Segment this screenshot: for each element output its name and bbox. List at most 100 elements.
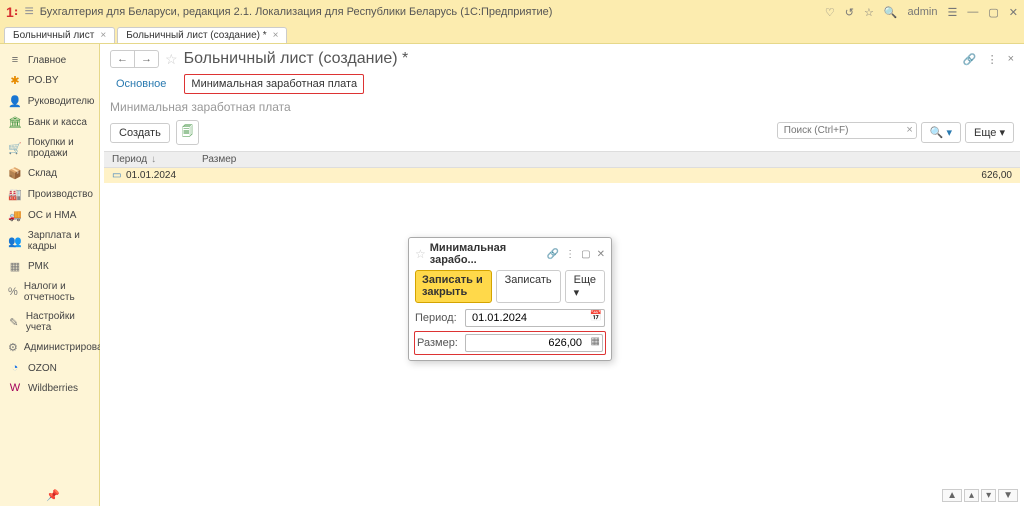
search-button[interactable]: 🔍 ▾ (921, 122, 961, 143)
save-button[interactable]: Записать (496, 270, 561, 303)
sidebar-icon: 🏭 (8, 188, 22, 201)
user-label[interactable]: admin (908, 6, 938, 18)
close-icon[interactable]: ✕ (1009, 6, 1018, 19)
doc-header: ← → ☆ Больничный лист (создание) * 🔗 ⋮ × (100, 44, 1024, 74)
size-input[interactable] (470, 336, 584, 350)
sidebar-label: Налоги и отчетность (24, 281, 91, 303)
minimize-icon[interactable]: — (967, 6, 978, 18)
section-title: Минимальная заработная плата (100, 100, 1024, 120)
sidebar-label: Wildberries (28, 383, 78, 394)
sidebar-item[interactable]: ≡ Главное (0, 50, 99, 70)
app-title: Бухгалтерия для Беларуси, редакция 2.1. … (40, 6, 819, 18)
favorite-icon[interactable]: ☆ (165, 51, 178, 68)
tab-label: Больничный лист (13, 30, 94, 41)
sidebar-icon: 📦 (8, 167, 22, 180)
period-row: Период: 📅 (409, 307, 611, 329)
sidebar-item[interactable]: 👤Руководителю (0, 91, 99, 112)
menu-icon[interactable]: ≡ (24, 3, 33, 21)
sidebar-label: Настройки учета (26, 311, 91, 333)
cell-size: 626,00 (202, 170, 1012, 181)
favorite-icon[interactable]: ☆ (415, 247, 426, 261)
nav-buttons: ← → (110, 50, 159, 68)
sidebar-icon: ✱ (8, 74, 22, 87)
dialog-titlebar: ☆ Минимальная зарабо... 🔗 ⋮ ▢ ✕ (409, 238, 611, 270)
sidebar-item[interactable]: ▦РМК (0, 256, 99, 277)
sidebar-icon: ⚙ (8, 341, 18, 354)
bell-icon[interactable]: ♡ (825, 6, 835, 19)
sidebar-label: Зарплата и кадры (28, 230, 91, 252)
close-icon[interactable]: ✕ (597, 249, 605, 260)
sidebar-item[interactable]: W Wildberries (0, 378, 99, 398)
link-icon[interactable]: 🔗 (963, 53, 977, 66)
sidebar-icon: ✎ (8, 316, 20, 329)
size-label: Размер: (417, 337, 461, 349)
sidebar-item[interactable]: ◔OZON (0, 358, 99, 378)
calendar-icon[interactable]: 📅 (590, 311, 602, 322)
col-size[interactable]: Размер (202, 154, 1012, 165)
close-icon[interactable]: × (100, 30, 106, 41)
tab-min-wage[interactable]: Минимальная заработная плата (184, 74, 364, 94)
scroll-bottom-icon[interactable]: ▼ (998, 489, 1018, 502)
history-icon[interactable]: ↺ (845, 6, 854, 19)
tab-main[interactable]: Основное (110, 75, 172, 93)
document-tabbar: Больничный лист × Больничный лист (созда… (0, 24, 1024, 44)
scroll-nav: ▲ ▴ ▾ ▼ (942, 489, 1018, 502)
close-icon[interactable]: × (1008, 53, 1014, 66)
save-close-button[interactable]: Записать и закрыть (415, 270, 492, 303)
sidebar-label: Производство (28, 189, 93, 200)
more-button[interactable]: Еще ▾ (965, 122, 1014, 143)
dialog-title: Минимальная зарабо... (430, 242, 543, 266)
search-icon[interactable]: 🔍 (884, 6, 898, 19)
sidebar-label: Главное (28, 55, 66, 66)
sidebar-icon: 👤 (8, 95, 22, 108)
scroll-down-icon[interactable]: ▾ (981, 489, 996, 502)
scroll-top-icon[interactable]: ▲ (942, 489, 962, 502)
cell-period: 01.01.2024 (126, 170, 202, 181)
sidebar-icon: 🚚 (8, 209, 22, 222)
sidebar-item[interactable]: 👥Зарплата и кадры (0, 226, 99, 256)
maximize-icon[interactable]: ▢ (988, 6, 998, 19)
sidebar-item[interactable]: ✱PO.BY (0, 70, 99, 91)
tab-label: Больничный лист (создание) * (126, 30, 266, 41)
maximize-icon[interactable]: ▢ (581, 249, 590, 260)
forward-icon[interactable]: → (135, 51, 158, 67)
tab-sick-leave[interactable]: Больничный лист × (4, 27, 115, 43)
scroll-up-icon[interactable]: ▴ (964, 489, 979, 502)
settings-icon[interactable]: ☰ (948, 6, 958, 19)
sidebar-item[interactable]: ⚙Администрирование (0, 337, 99, 358)
sidebar-item[interactable]: 🏛Банк и касса (0, 112, 99, 133)
create-button[interactable]: Создать (110, 123, 170, 143)
sidebar-item[interactable]: % Налоги и отчетность (0, 277, 99, 307)
star-icon[interactable]: ☆ (864, 6, 874, 19)
sidebar-item[interactable]: 🏭 Производство (0, 184, 99, 205)
pin-icon[interactable]: 📌 (46, 489, 60, 502)
sidebar-icon: % (8, 286, 18, 298)
table-header: Период ↓ Размер (104, 151, 1020, 168)
more-icon[interactable]: ⋮ (987, 53, 998, 66)
sidebar-label: РМК (28, 261, 49, 272)
sidebar-item[interactable]: 🛒 Покупки и продажи (0, 133, 99, 163)
table-row[interactable]: ▭ 01.01.2024 626,00 (104, 168, 1020, 183)
period-input[interactable] (470, 311, 586, 325)
col-period[interactable]: Период ↓ (112, 154, 202, 165)
more-button[interactable]: Еще ▾ (565, 270, 605, 303)
calculator-icon[interactable]: ▦ (591, 336, 600, 347)
clear-icon[interactable]: × (906, 124, 912, 136)
sidebar-item[interactable]: 📦Склад (0, 163, 99, 184)
more-icon[interactable]: ⋮ (565, 249, 575, 260)
copy-button[interactable]: 🗐 (176, 120, 199, 145)
back-icon[interactable]: ← (111, 51, 135, 67)
top-icons: ♡ ↺ ☆ 🔍 admin ☰ — ▢ ✕ (825, 6, 1018, 19)
sidebar-icon: ≡ (8, 54, 22, 66)
sidebar-item[interactable]: ✎ Настройки учета (0, 307, 99, 337)
close-icon[interactable]: × (273, 30, 279, 41)
sidebar-icon: 🛒 (8, 142, 22, 155)
sidebar-label: Покупки и продажи (28, 137, 91, 159)
link-icon[interactable]: 🔗 (547, 249, 559, 260)
sidebar: ≡ Главное ✱PO.BY👤Руководителю🏛Банк и касса… (0, 44, 100, 506)
sidebar-icon: W (8, 382, 22, 394)
tab-sick-leave-create[interactable]: Больничный лист (создание) * × (117, 27, 287, 43)
sidebar-item[interactable]: 🚚ОС и НМА (0, 205, 99, 226)
dialog-toolbar: Записать и закрыть Записать Еще ▾ (409, 270, 611, 307)
search-input[interactable] (777, 122, 917, 139)
